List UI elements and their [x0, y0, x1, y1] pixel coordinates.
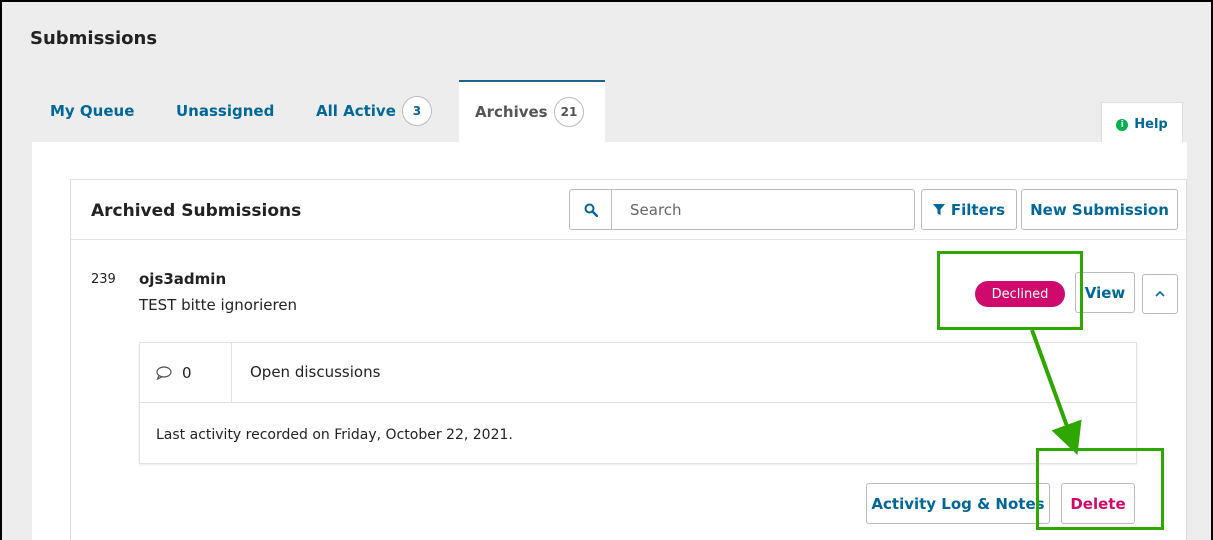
panel-header: Archived Submissions Filters: [71, 180, 1186, 240]
submission-tabs: My Queue Unassigned All Active 3 Archive…: [2, 80, 1211, 142]
comment-icon: [156, 366, 172, 380]
tab-label: Unassigned: [176, 102, 275, 120]
search-input[interactable]: [612, 190, 914, 229]
discussion-count: 0: [140, 343, 232, 403]
discussion-label: Open discussions: [250, 363, 381, 381]
chevron-up-icon: [1155, 291, 1165, 297]
tab-my-queue[interactable]: My Queue: [50, 80, 134, 142]
info-icon: i: [1116, 118, 1129, 131]
search-button[interactable]: [570, 190, 612, 229]
tab-count-badge: 21: [553, 97, 585, 127]
annotation-highlight-status: [937, 251, 1083, 330]
filters-button[interactable]: Filters: [921, 189, 1017, 230]
panel-title: Archived Submissions: [91, 201, 302, 221]
discussion-count-value: 0: [182, 364, 192, 382]
last-activity-text: Last activity recorded on Friday, Octobe…: [156, 427, 513, 443]
archived-submissions-panel: Archived Submissions Filters: [70, 179, 1187, 540]
tab-label: All Active: [316, 102, 396, 120]
tab-all-active[interactable]: All Active 3: [316, 80, 432, 142]
tab-label: My Queue: [50, 102, 135, 120]
tab-content: Archived Submissions Filters: [32, 142, 1187, 540]
submission-id: 239: [91, 272, 116, 287]
submission-details: 0 Open discussions Last activity recorde…: [139, 342, 1137, 464]
discussions-row: 0 Open discussions: [140, 343, 1136, 403]
submission-title[interactable]: TEST bitte ignorieren: [139, 296, 297, 314]
filter-icon: [932, 203, 945, 215]
tab-label: Archives: [475, 103, 548, 121]
page-title: Submissions: [30, 28, 158, 49]
help-label: Help: [1134, 117, 1168, 132]
submission-author: ojs3admin: [139, 270, 227, 288]
search-icon: [584, 203, 598, 217]
view-button[interactable]: View: [1075, 272, 1135, 313]
annotation-highlight-delete: [1036, 448, 1164, 530]
help-button[interactable]: i Help: [1101, 102, 1183, 146]
tab-archives[interactable]: Archives 21: [459, 80, 605, 142]
tab-unassigned[interactable]: Unassigned: [176, 80, 274, 142]
activity-log-button[interactable]: Activity Log & Notes: [866, 483, 1050, 524]
search-box: [569, 189, 915, 230]
new-submission-button[interactable]: New Submission: [1021, 189, 1178, 230]
filters-label: Filters: [950, 200, 1006, 219]
collapse-button[interactable]: [1142, 274, 1178, 314]
tab-count-badge: 3: [401, 96, 432, 126]
